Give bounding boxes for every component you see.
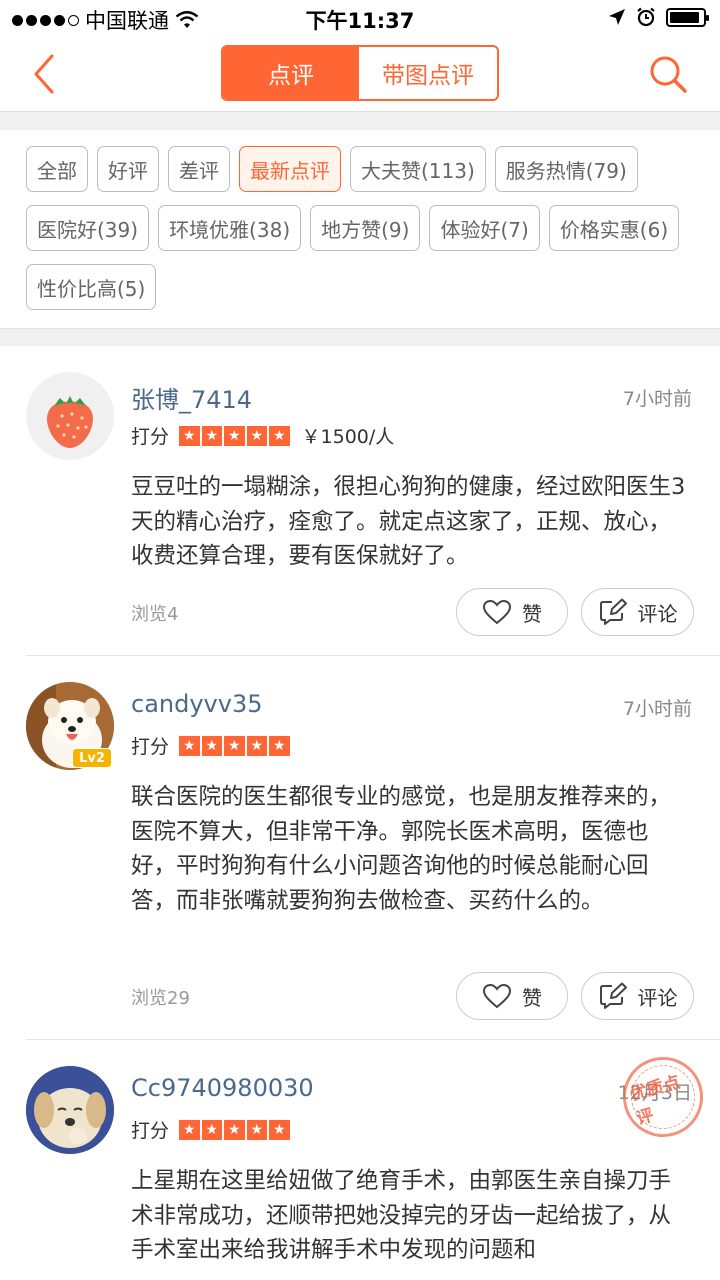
filter-tag-good-location[interactable]: 地方赞(9) <box>310 205 421 251</box>
star-rating: ★ ★ ★ ★ ★ <box>179 425 290 446</box>
battery-level <box>670 11 699 23</box>
back-button[interactable] <box>26 52 66 96</box>
filter-tag-negative[interactable]: 差评 <box>168 146 230 192</box>
filter-tag-all[interactable]: 全部 <box>26 146 88 192</box>
strawberry-icon <box>46 396 94 448</box>
section-separator <box>0 112 720 130</box>
score-label: 打分 <box>131 736 170 758</box>
like-label: 赞 <box>522 601 542 626</box>
star-icon: ★ <box>224 735 245 756</box>
score-row: 打分 ★ ★ ★ ★ ★ ￥1500/人 <box>131 422 394 449</box>
score-label: 打分 <box>131 426 170 448</box>
avatar[interactable] <box>26 372 114 460</box>
score-row: 打分 ★ ★ ★ ★ ★ <box>131 732 290 759</box>
battery-icon <box>666 7 709 27</box>
score-label: 打分 <box>131 1120 170 1142</box>
filter-tags: 全部 好评 差评 最新点评 大夫赞(113) 服务热情(79) 医院好(39) … <box>0 130 720 328</box>
heart-icon <box>482 599 512 625</box>
star-icon: ★ <box>224 1119 245 1140</box>
filter-tag-good-price[interactable]: 价格实惠(6) <box>548 205 680 251</box>
star-icon: ★ <box>246 425 268 446</box>
review-time: 7小时前 <box>622 698 692 720</box>
filter-tag-doctor-praise[interactable]: 大夫赞(113) <box>350 146 486 192</box>
username[interactable]: 张博_7414 <box>131 380 252 415</box>
like-button[interactable]: 赞 <box>456 972 568 1020</box>
price-per-person: ￥1500/人 <box>301 426 395 448</box>
comment-label: 评论 <box>637 985 678 1010</box>
review-item: Lv2 candyvv35 7小时前 打分 ★ ★ ★ ★ ★ 联合医院的医生都… <box>0 656 720 1040</box>
nav-bar: 点评 带图点评 <box>0 36 720 112</box>
star-icon: ★ <box>246 1119 268 1140</box>
tab-photo-reviews[interactable]: 带图点评 <box>359 47 497 99</box>
view-count: 浏览29 <box>131 988 190 1009</box>
score-row: 打分 ★ ★ ★ ★ ★ <box>131 1116 290 1143</box>
avatar[interactable] <box>26 1066 114 1154</box>
review-content: 联合医院的医生都很专业的感觉，也是朋友推荐来的，医院不算大，但非常干净。郭院长医… <box>131 784 672 914</box>
star-icon: ★ <box>269 735 290 756</box>
view-count: 浏览4 <box>131 604 179 625</box>
stamp-text: 优质点评 <box>623 1057 703 1137</box>
username[interactable]: candyvv35 <box>131 690 263 718</box>
like-label: 赞 <box>522 985 542 1010</box>
username[interactable]: Cc9740980030 <box>131 1074 314 1102</box>
section-separator <box>0 328 720 346</box>
review-type-tabs: 点评 带图点评 <box>221 45 499 101</box>
alarm-icon <box>637 7 655 27</box>
puppy-photo <box>26 1066 114 1154</box>
star-rating: ★ ★ ★ ★ ★ <box>179 735 290 756</box>
edit-comment-icon <box>599 982 627 1009</box>
back-arrow-icon <box>34 54 54 94</box>
filter-tag-good-hospital[interactable]: 医院好(39) <box>26 205 150 251</box>
heart-icon <box>482 983 512 1009</box>
review-item: 张博_7414 7小时前 打分 ★ ★ ★ ★ ★ ￥1500/人 豆豆吐的一塌… <box>0 346 720 656</box>
star-icon: ★ <box>179 425 200 446</box>
comment-button[interactable]: 评论 <box>581 972 694 1020</box>
review-item: Cc9740980030 12月3日 打分 ★ ★ ★ ★ ★ 上星期在这里给妞… <box>0 1040 720 1280</box>
filter-tag-positive[interactable]: 好评 <box>97 146 159 192</box>
comment-label: 评论 <box>637 601 678 626</box>
filter-tag-warm-service[interactable]: 服务热情(79) <box>494 146 638 192</box>
star-icon: ★ <box>269 1119 290 1140</box>
star-icon: ★ <box>179 735 200 756</box>
star-icon: ★ <box>224 425 245 446</box>
location-icon <box>609 9 625 25</box>
star-icon: ★ <box>201 735 223 756</box>
filter-tag-value[interactable]: 性价比高(5) <box>26 264 157 310</box>
star-rating: ★ ★ ★ ★ ★ <box>179 1119 290 1140</box>
status-bar: 中国联通 下午11:37 <box>0 0 720 36</box>
tab-reviews[interactable]: 点评 <box>223 47 359 99</box>
level-badge: Lv2 <box>72 748 112 768</box>
edit-comment-icon <box>599 598 627 625</box>
filter-tag-good-experience[interactable]: 体验好(7) <box>429 205 540 251</box>
review-content: 上星期在这里给妞做了绝育手术，由郭医生亲自操刀手术非常成功，还顺带把她没掉完的牙… <box>131 1168 672 1263</box>
star-icon: ★ <box>201 425 223 446</box>
filter-tag-nice-environment[interactable]: 环境优雅(38) <box>158 205 302 251</box>
star-icon: ★ <box>201 1119 223 1140</box>
filter-tag-latest[interactable]: 最新点评 <box>239 146 341 192</box>
search-icon <box>650 56 687 93</box>
like-button[interactable]: 赞 <box>456 588 568 636</box>
comment-button[interactable]: 评论 <box>581 588 694 636</box>
star-icon: ★ <box>179 1119 200 1140</box>
review-content: 豆豆吐的一塌糊涂，很担心狗狗的健康，经过欧阳医生3天的精心治疗，痊愈了。就定点这… <box>131 474 686 569</box>
search-button[interactable] <box>646 52 690 96</box>
star-icon: ★ <box>246 735 268 756</box>
star-icon: ★ <box>269 425 290 446</box>
review-time: 7小时前 <box>622 388 692 410</box>
